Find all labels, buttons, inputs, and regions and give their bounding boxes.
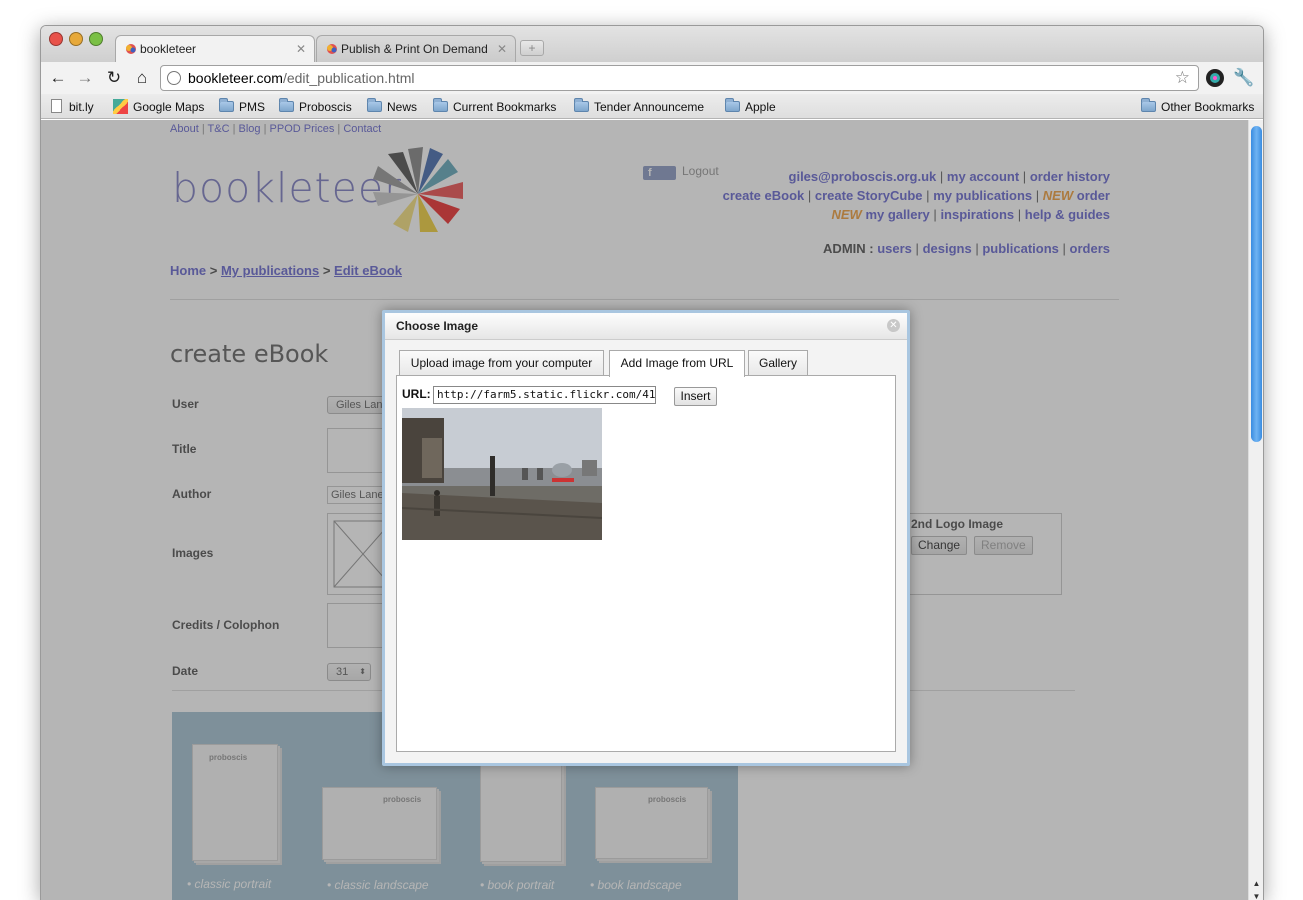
- zoom-window-button[interactable]: [89, 32, 103, 46]
- bookmark-google-maps[interactable]: Google Maps: [113, 98, 204, 116]
- bookmark-current[interactable]: Current Bookmarks: [433, 98, 556, 116]
- tab-close-icon[interactable]: ✕: [296, 36, 306, 63]
- image-preview: [402, 408, 602, 540]
- new-tab-button[interactable]: +: [520, 40, 544, 56]
- tab-upload[interactable]: Upload image from your computer: [399, 350, 604, 376]
- bookmark-other[interactable]: Other Bookmarks: [1141, 98, 1254, 116]
- close-icon[interactable]: ✕: [887, 319, 900, 332]
- bookleteer-favicon-icon: [126, 44, 136, 54]
- url-path: /edit_publication.html: [282, 70, 415, 86]
- page-content: About | T&C | Blog | PPOD Prices | Conta…: [41, 120, 1250, 900]
- bookmark-news[interactable]: News: [367, 98, 417, 116]
- wrench-icon[interactable]: 🔧: [1233, 67, 1255, 89]
- globe-icon: [167, 71, 181, 85]
- folder-icon: [219, 98, 234, 112]
- bookmark-apple[interactable]: Apple: [725, 98, 776, 116]
- forward-icon[interactable]: →: [74, 67, 96, 89]
- page-scrollbar[interactable]: ▲ ▼: [1248, 120, 1263, 900]
- bookmark-pms[interactable]: PMS: [219, 98, 265, 116]
- tab-add-from-url[interactable]: Add Image from URL: [609, 350, 745, 377]
- bookleteer-favicon-icon: [327, 44, 337, 54]
- folder-icon: [279, 98, 294, 112]
- minimize-window-button[interactable]: [69, 32, 83, 46]
- folder-icon: [433, 98, 448, 112]
- url-input[interactable]: http://farm5.static.flickr.com/4110/512: [433, 386, 656, 404]
- bookmarks-bar: bit.ly Google Maps PMS Proboscis News Cu…: [41, 94, 1263, 119]
- dialog-title: Choose Image: [385, 313, 907, 340]
- extension-icon[interactable]: [1204, 67, 1226, 89]
- maps-icon: [113, 99, 128, 114]
- bookmark-bitly[interactable]: bit.ly: [49, 98, 94, 116]
- tab-label: Publish & Print On Demand: [341, 42, 488, 56]
- address-bar[interactable]: bookleteer.com/edit_publication.html ☆: [160, 65, 1199, 91]
- scrollbar-thumb[interactable]: [1251, 126, 1262, 442]
- browser-window: bookleteer ✕ Publish & Print On Demand ✕…: [40, 25, 1264, 900]
- title-bar: bookleteer ✕ Publish & Print On Demand ✕…: [41, 26, 1263, 62]
- choose-image-dialog: Choose Image ✕ Upload image from your co…: [382, 310, 910, 766]
- tab-publish-print[interactable]: Publish & Print On Demand ✕: [316, 35, 516, 62]
- tab-label: bookleteer: [140, 42, 197, 56]
- folder-icon: [574, 98, 589, 112]
- url-panel: URL: http://farm5.static.flickr.com/4110…: [396, 375, 896, 752]
- tab-close-icon[interactable]: ✕: [497, 36, 507, 63]
- home-icon[interactable]: ⌂: [131, 67, 153, 89]
- page-icon: [51, 99, 62, 113]
- bookmark-proboscis[interactable]: Proboscis: [279, 98, 352, 116]
- bookmark-tender[interactable]: Tender Announceme: [574, 98, 704, 116]
- scroll-down-icon[interactable]: ▼: [1250, 890, 1263, 900]
- insert-button[interactable]: Insert: [674, 387, 717, 406]
- folder-icon: [1141, 98, 1156, 112]
- tab-gallery[interactable]: Gallery: [748, 350, 808, 376]
- close-window-button[interactable]: [49, 32, 63, 46]
- folder-icon: [725, 98, 740, 112]
- browser-toolbar: ← → ↻ ⌂ bookleteer.com/edit_publication.…: [41, 62, 1263, 94]
- reload-icon[interactable]: ↻: [103, 67, 125, 89]
- folder-icon: [367, 98, 382, 112]
- bookmark-star-icon[interactable]: ☆: [1175, 66, 1190, 90]
- back-icon[interactable]: ←: [47, 67, 69, 89]
- url-label: URL:: [402, 387, 431, 401]
- url-host: bookleteer.com: [188, 70, 283, 86]
- tab-bookleteer[interactable]: bookleteer ✕: [115, 35, 315, 62]
- scroll-up-icon[interactable]: ▲: [1250, 877, 1263, 890]
